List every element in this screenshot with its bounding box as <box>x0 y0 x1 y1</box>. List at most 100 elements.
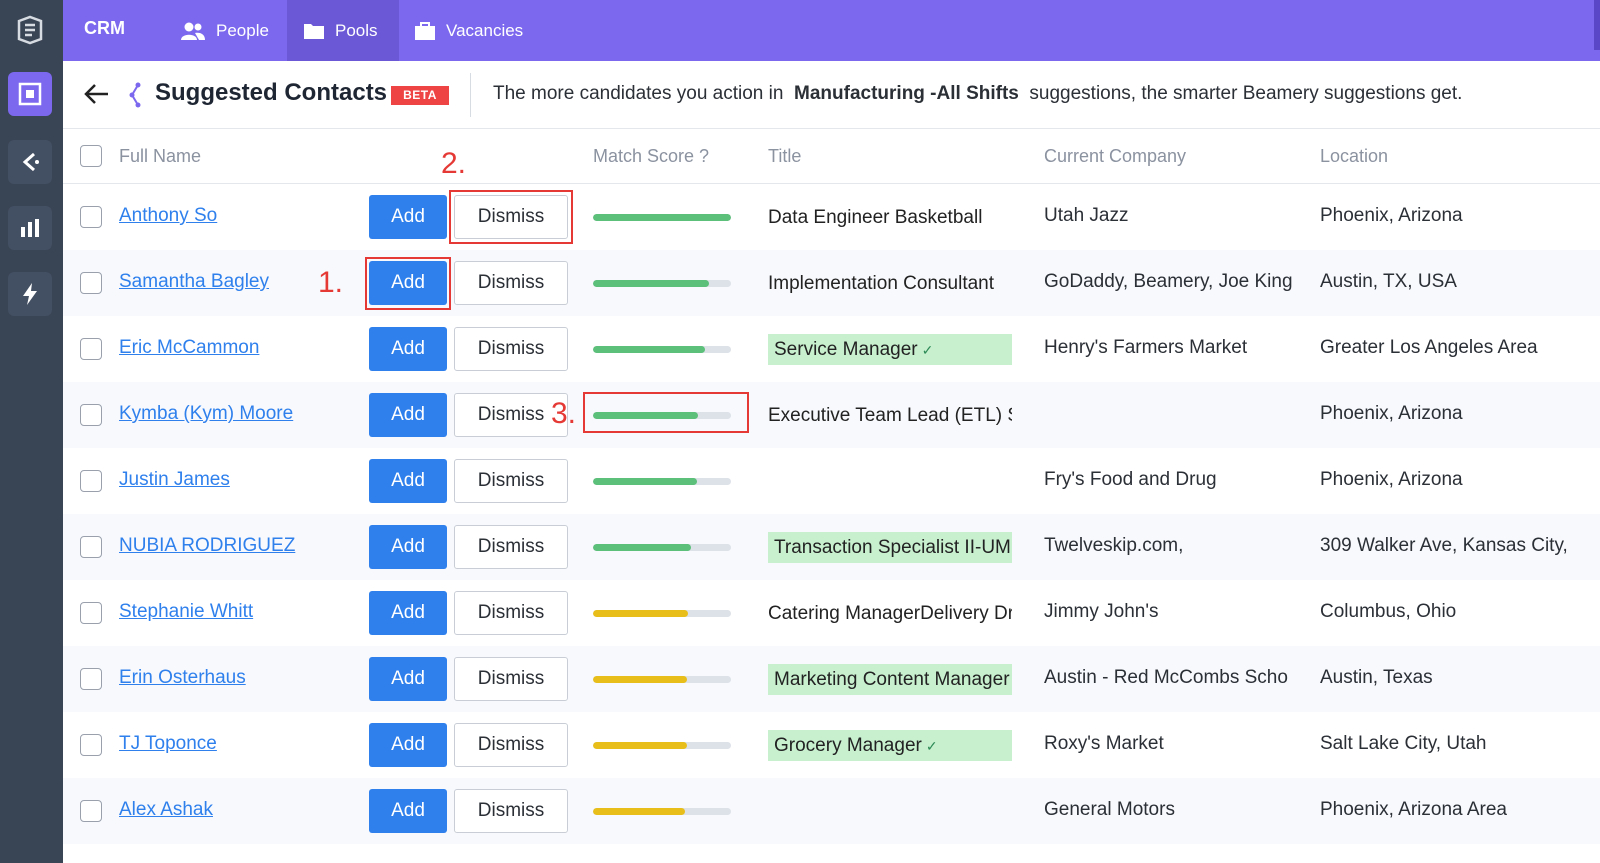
tab-vacancies[interactable]: Vacancies <box>414 0 544 61</box>
contact-name-link[interactable]: Erin Osterhaus <box>119 667 246 689</box>
job-title-cell: Transaction Specialist II-UM <box>768 532 1012 563</box>
beta-badge: BETA <box>391 86 449 105</box>
contact-name-link[interactable]: TJ Toponce <box>119 733 217 755</box>
location: Phoenix, Arizona <box>1320 205 1463 226</box>
match-score-bar <box>593 808 731 815</box>
add-button[interactable]: Add <box>369 591 447 635</box>
collapse-icon[interactable] <box>8 140 52 184</box>
current-company: General Motors <box>1044 799 1175 820</box>
table-row: NUBIA RODRIGUEZ Add Dismiss Transaction Spe… <box>63 514 1600 580</box>
col-match-score[interactable]: Match Score ? <box>593 146 709 167</box>
current-company: Fry's Food and Drug <box>1044 469 1217 490</box>
current-company: GoDaddy, Beamery, Joe King <box>1044 271 1293 292</box>
match-score-bar <box>593 742 731 749</box>
back-arrow-icon[interactable] <box>83 83 109 110</box>
top-nav: CRM People Pools Vacancies <box>63 0 1600 61</box>
dismiss-button[interactable]: Dismiss <box>454 327 568 371</box>
add-button[interactable]: Add <box>369 789 447 833</box>
tab-pools-label: Pools <box>335 20 378 40</box>
job-title: Service Manager <box>774 339 918 360</box>
contact-name-link[interactable]: Kymba (Kym) Moore <box>119 403 293 425</box>
lightning-icon[interactable] <box>8 272 52 316</box>
add-button[interactable]: Add <box>369 657 447 701</box>
table-row: Erin Osterhaus Add Dismiss Marketing Conten… <box>63 646 1600 712</box>
job-title-cell: Grocery Manager ✓ <box>768 730 1012 761</box>
dismiss-button[interactable]: Dismiss <box>454 261 568 305</box>
job-title-cell: Marketing Content Manager <box>768 664 1012 695</box>
dismiss-button[interactable]: Dismiss <box>454 459 568 503</box>
row-checkbox[interactable] <box>80 734 102 756</box>
match-score-fill <box>593 610 689 617</box>
location: Austin, TX, USA <box>1320 271 1457 292</box>
location: Greater Los Angeles Area <box>1320 337 1538 358</box>
dismiss-button[interactable]: Dismiss <box>454 591 568 635</box>
add-button[interactable]: Add <box>369 459 447 503</box>
row-checkbox[interactable] <box>80 338 102 360</box>
match-score-bar <box>593 610 731 617</box>
table-row: Justin James Add Dismiss Fry's Food and Dru… <box>63 448 1600 514</box>
add-button[interactable]: Add <box>369 525 447 569</box>
job-title: Transaction Specialist II-UM <box>774 537 1011 558</box>
current-company: Utah Jazz <box>1044 205 1129 226</box>
match-score-fill <box>593 280 709 287</box>
location: Salt Lake City, Utah <box>1320 733 1487 754</box>
analytics-icon[interactable] <box>8 206 52 250</box>
row-checkbox[interactable] <box>80 272 102 294</box>
add-button[interactable]: Add <box>369 327 447 371</box>
add-button[interactable]: Add <box>369 723 447 767</box>
job-title: Implementation Consultant <box>768 273 995 294</box>
contact-name-link[interactable]: Alex Ashak <box>119 799 213 821</box>
add-button[interactable]: Add <box>369 393 447 437</box>
page-title: Suggested Contacts <box>155 79 388 106</box>
job-title-cell: Service Manager ✓ <box>768 334 1012 365</box>
dismiss-button[interactable]: Dismiss <box>454 789 568 833</box>
contact-name-link[interactable]: Stephanie Whitt <box>119 601 253 623</box>
contact-name-link[interactable]: Anthony So <box>119 205 217 227</box>
briefcase-icon <box>415 21 435 40</box>
tab-people[interactable]: People <box>180 0 282 61</box>
table-row: Anthony So Add Dismiss Data Engineer Basket… <box>63 184 1600 250</box>
match-score-bar <box>593 214 731 221</box>
row-checkbox[interactable] <box>80 404 102 426</box>
row-checkbox[interactable] <box>80 536 102 558</box>
col-title[interactable]: Title <box>768 146 801 167</box>
table-row: Stephanie Whitt Add Dismiss Catering Manage… <box>63 580 1600 646</box>
contact-name-link[interactable]: Justin James <box>119 469 230 491</box>
annotation-label-2: 2. <box>441 147 467 180</box>
dismiss-button[interactable]: Dismiss <box>454 525 568 569</box>
col-company[interactable]: Current Company <box>1044 146 1186 167</box>
pools-app-icon[interactable] <box>8 72 52 116</box>
dismiss-button[interactable]: Dismiss <box>454 657 568 701</box>
row-checkbox[interactable] <box>80 206 102 228</box>
match-score-fill <box>593 676 687 683</box>
beamery-logo-icon[interactable] <box>8 8 52 52</box>
location: Phoenix, Arizona <box>1320 403 1463 424</box>
row-checkbox[interactable] <box>80 800 102 822</box>
table-row: Alex Ashak Add Dismiss General Motors Phoeni… <box>63 778 1600 844</box>
contact-name-link[interactable]: NUBIA RODRIGUEZ <box>119 535 295 557</box>
job-title-cell <box>768 466 1012 497</box>
row-checkbox[interactable] <box>80 668 102 690</box>
match-score-bar <box>593 478 731 485</box>
contact-name-link[interactable]: Samantha Bagley <box>119 271 269 293</box>
select-all-checkbox[interactable] <box>80 145 102 167</box>
job-title-cell <box>768 796 1012 827</box>
current-company: Jimmy John's <box>1044 601 1159 622</box>
match-score-bar <box>593 346 731 353</box>
left-rail <box>0 0 63 863</box>
col-location[interactable]: Location <box>1320 146 1388 167</box>
location: Columbus, Ohio <box>1320 601 1457 622</box>
tab-pools[interactable]: Pools <box>287 0 399 61</box>
add-button[interactable]: Add <box>369 195 447 239</box>
row-checkbox[interactable] <box>80 602 102 624</box>
contact-name-link[interactable]: Eric McCammon <box>119 337 259 359</box>
match-score-fill <box>593 544 691 551</box>
dismiss-button[interactable]: Dismiss <box>454 723 568 767</box>
scroll-edge <box>1594 0 1600 50</box>
row-checkbox[interactable] <box>80 470 102 492</box>
location: Austin, Texas <box>1320 667 1433 688</box>
tab-vacancies-label: Vacancies <box>446 20 524 40</box>
col-full-name[interactable]: Full Name <box>119 146 201 167</box>
brand-crm[interactable]: CRM <box>84 0 125 57</box>
table-row: Kymba (Kym) Moore Add Dismiss Executive Tea… <box>63 382 1600 448</box>
